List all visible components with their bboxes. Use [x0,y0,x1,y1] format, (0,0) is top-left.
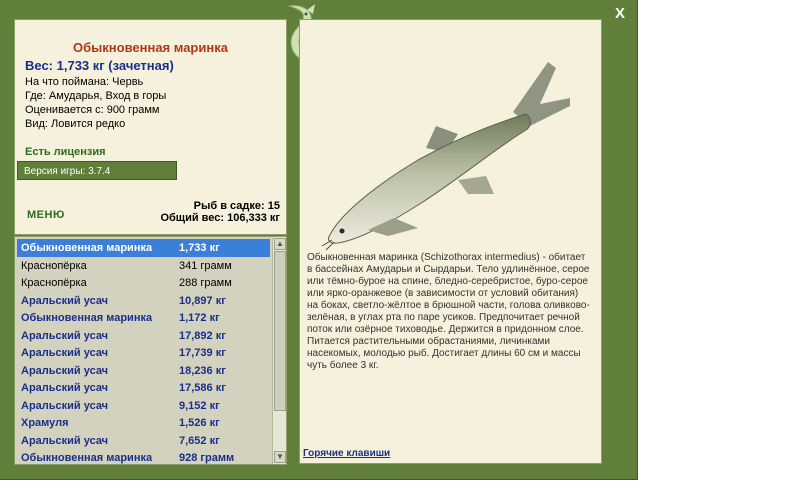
catch-item-name: Обыкновенная маринка [21,312,153,324]
catch-window: X Обыкновенная маринка Вес: 1,733 кг (за… [0,0,638,480]
catch-item-weight: 7,652 кг [179,434,220,447]
catch-list-item[interactable]: Аральский усач 17,739 кг [17,344,270,362]
bait-detail: На что поймана: Червь [25,76,144,88]
scroll-up-button[interactable]: ▲ [274,238,286,250]
catch-item-name: Аральский усач [21,382,109,394]
catch-item-weight: 341 грамм [179,259,232,272]
catch-list-item[interactable]: Аральский усач 17,586 кг [17,379,270,397]
catch-item-name: Аральский усач [21,347,109,359]
scroll-thumb[interactable] [274,251,286,411]
catch-item-weight: 17,739 кг [179,347,226,359]
catch-item-weight: 928 грамм [179,452,235,464]
catch-list-item[interactable]: Обыкновенная маринка 1,172 кг [17,309,270,327]
catch-list-item[interactable]: Аральский усач 7,652 кг [17,432,270,450]
fish-title: Обыкновенная маринка [73,40,228,55]
catch-item-name: Краснопёрка [21,277,87,289]
catch-item-name: Обыкновенная маринка [21,242,153,254]
catch-list-scrollbar[interactable]: ▲ ▼ [272,237,286,464]
catch-list-item[interactable]: Храмуля 1,526 кг [17,414,270,432]
catch-list-item[interactable]: Аральский усач 18,236 кг [17,362,270,380]
catch-item-name: Аральский усач [21,434,109,447]
catch-item-weight: 1,733 кг [179,242,220,254]
catch-item-name: Аральский усач [21,294,109,307]
keep-net-summary: Рыб в садке: 15 Общий вес: 106,333 кг [160,200,280,224]
catch-item-name: Аральский усач [21,329,109,342]
catch-item-name: Обыкновенная маринка [21,452,153,464]
catch-list: Обыкновенная маринка 1,733 кг Краснопёрка 3… [14,236,287,465]
close-button[interactable]: X [610,6,630,22]
fish-weight: Вес: 1,733 кг (зачетная) [25,58,174,73]
catch-list-rows: Обыкновенная маринка 1,733 кг Краснопёрка 3… [17,239,270,464]
fish-description-panel: Обыкновенная маринка (Schizothorax inter… [299,19,602,464]
fish-info-panel: Обыкновенная маринка Вес: 1,733 кг (заче… [14,19,287,235]
total-weight: Общий вес: 106,333 кг [160,212,280,224]
catch-list-item[interactable]: Аральский усач 9,152 кг [17,397,270,415]
hotkeys-link[interactable]: Горячие клавиши [303,448,390,459]
catch-item-weight: 18,236 кг [179,364,226,377]
rarity-detail: Вид: Ловится редко [25,118,126,130]
catch-item-weight: 1,526 кг [179,417,220,429]
fish-image [321,62,570,251]
catch-item-name: Аральский усач [21,399,109,412]
catch-list-item[interactable]: Аральский усач 17,892 кг [17,327,270,345]
catch-item-weight: 288 грамм [179,277,232,289]
keep-net-count: Рыб в садке: 15 [193,200,280,212]
catch-list-item[interactable]: Обыкновенная маринка 1,733 кг [17,239,270,257]
catch-list-item[interactable]: Краснопёрка 341 грамм [17,257,270,275]
catch-item-weight: 1,172 кг [179,312,220,324]
close-icon: X [614,5,625,22]
license-status: Есть лицензия [25,146,106,158]
catch-item-weight: 9,152 кг [179,399,220,412]
location-detail: Где: Амударья, Вход в горы [25,90,167,102]
menu-button[interactable]: МЕНЮ [27,209,65,221]
catch-item-name: Храмуля [21,417,69,429]
catch-item-weight: 10,897 кг [179,294,226,307]
catch-list-item[interactable]: Аральский усач 10,897 кг [17,292,270,310]
catch-item-weight: 17,892 кг [179,329,226,342]
catch-item-name: Краснопёрка [21,259,87,272]
catch-item-weight: 17,586 кг [179,382,226,394]
catch-list-item[interactable]: Краснопёрка 288 грамм [17,274,270,292]
fish-description: Обыкновенная маринка (Schizothorax inter… [307,252,590,371]
catch-item-name: Аральский усач [21,364,109,377]
rating-detail: Оценивается с: 900 грамм [25,104,160,116]
version-bar: Версия игры: 3.7.4 [17,161,177,180]
scroll-down-button[interactable]: ▼ [274,451,286,463]
catch-list-item[interactable]: Обыкновенная маринка 928 грамм [17,449,270,464]
